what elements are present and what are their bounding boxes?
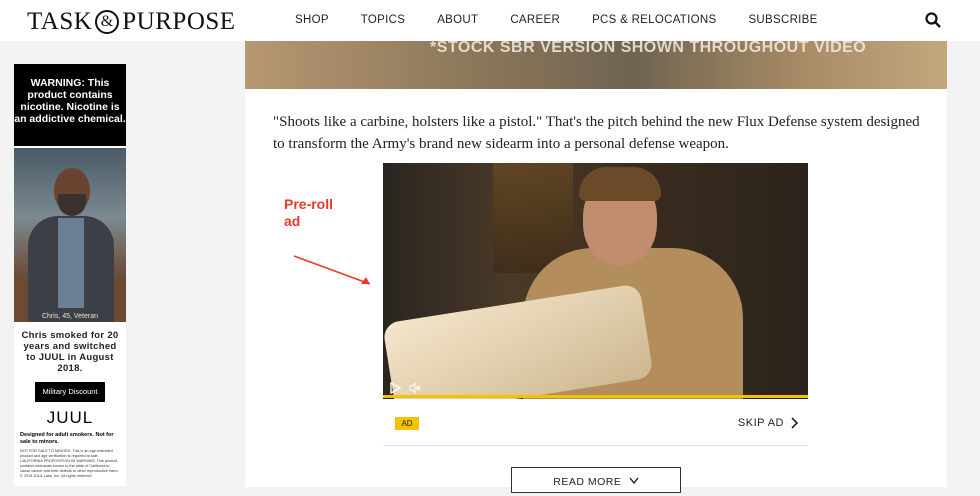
nav-item-shop[interactable]: SHOP (295, 14, 329, 26)
search-icon[interactable] (925, 12, 941, 28)
play-icon[interactable] (389, 382, 401, 394)
ad-controls: AD SKIP AD (383, 413, 808, 446)
juul-sidebar-ad[interactable]: WARNING: This product contains nicotine.… (14, 64, 126, 486)
military-discount-button[interactable]: Military Discount (35, 382, 105, 402)
nav-item-topics[interactable]: TOPICS (361, 14, 405, 26)
nav-item-pcs-relocations[interactable]: PCS & RELOCATIONS (592, 14, 716, 26)
logo-word-left: TASK (27, 8, 93, 35)
nav-item-career[interactable]: CAREER (510, 14, 560, 26)
preroll-annotation: Pre-roll ad (284, 196, 344, 230)
read-more-button[interactable]: READ MORE (511, 467, 681, 493)
main-nav: SHOP TOPICS ABOUT CAREER PCS & RELOCATIO… (295, 14, 850, 26)
skip-ad-button[interactable]: SKIP AD (738, 417, 798, 429)
juul-logo: JUUL (46, 408, 94, 427)
skip-ad-label: SKIP AD (737, 417, 784, 429)
ad-story-text: Chris smoked for 20 years and switched t… (21, 330, 119, 374)
read-more-label: READ MORE (553, 476, 622, 488)
ad-photo: Chris, 45, Veteran (14, 148, 126, 322)
hero-image: *STOCK SBR VERSION SHOWN THROUGHOUT VIDE… (245, 41, 947, 89)
article-paragraph: "Shoots like a carbine, holsters like a … (273, 114, 920, 152)
ad-disclaimer: Designed for adult smokers. Not for sale… (20, 432, 114, 445)
annotation-label: Pre-roll ad (284, 196, 334, 229)
mute-icon[interactable] (409, 382, 421, 394)
nav-item-subscribe[interactable]: SUBSCRIBE (748, 14, 817, 26)
logo-word-right: PURPOSE (122, 8, 236, 35)
nicotine-warning: WARNING: This product contains nicotine.… (14, 64, 126, 146)
video-progress-bar (383, 395, 808, 398)
photo-caption: Chris, 45, Veteran (41, 313, 99, 320)
ad-badge: AD (395, 417, 419, 430)
logo-ampersand: & (95, 10, 120, 34)
hero-caption: *STOCK SBR VERSION SHOWN THROUGHOUT VIDE… (430, 41, 867, 56)
video-player[interactable] (383, 163, 808, 399)
chevron-down-icon (629, 477, 639, 485)
site-logo[interactable]: TASK & PURPOSE (27, 8, 236, 36)
nav-item-about[interactable]: ABOUT (437, 14, 478, 26)
annotation-arrow (293, 255, 371, 285)
chevron-right-icon (791, 417, 798, 429)
site-header: TASK & PURPOSE SHOP TOPICS ABOUT CAREER … (0, 0, 980, 41)
ad-fine-print: NOT FOR SALE TO MINORS. This is an age-r… (20, 449, 119, 478)
